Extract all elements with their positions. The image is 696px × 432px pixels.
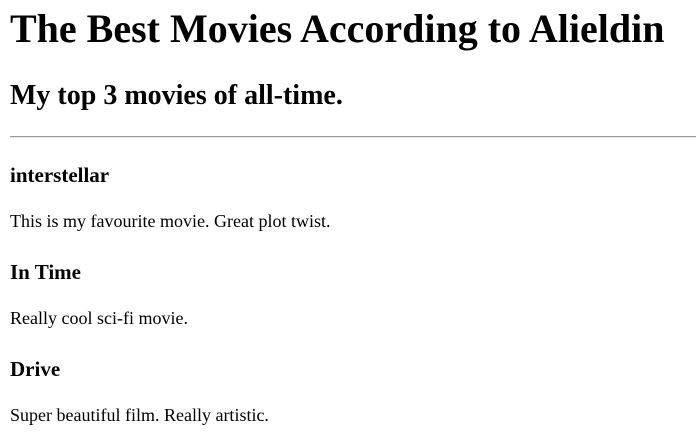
movie-item: In Time Really cool sci-fi movie. [10, 260, 696, 328]
page-title: The Best Movies According to Alieldin [10, 6, 665, 51]
movie-item: Drive Super beautiful film. Really artis… [10, 357, 696, 425]
movie-title: Drive [10, 357, 61, 381]
section-divider [10, 136, 696, 138]
movie-description: Really cool sci-fi movie. [10, 308, 188, 328]
page-subtitle: My top 3 movies of all-time. [10, 80, 343, 111]
movie-item: interstellar This is my favourite movie.… [10, 163, 696, 231]
movie-title: interstellar [10, 163, 110, 187]
movie-description: Super beautiful film. Really artistic. [10, 405, 269, 425]
movie-description: This is my favourite movie. Great plot t… [10, 211, 331, 231]
movie-title: In Time [10, 260, 81, 284]
